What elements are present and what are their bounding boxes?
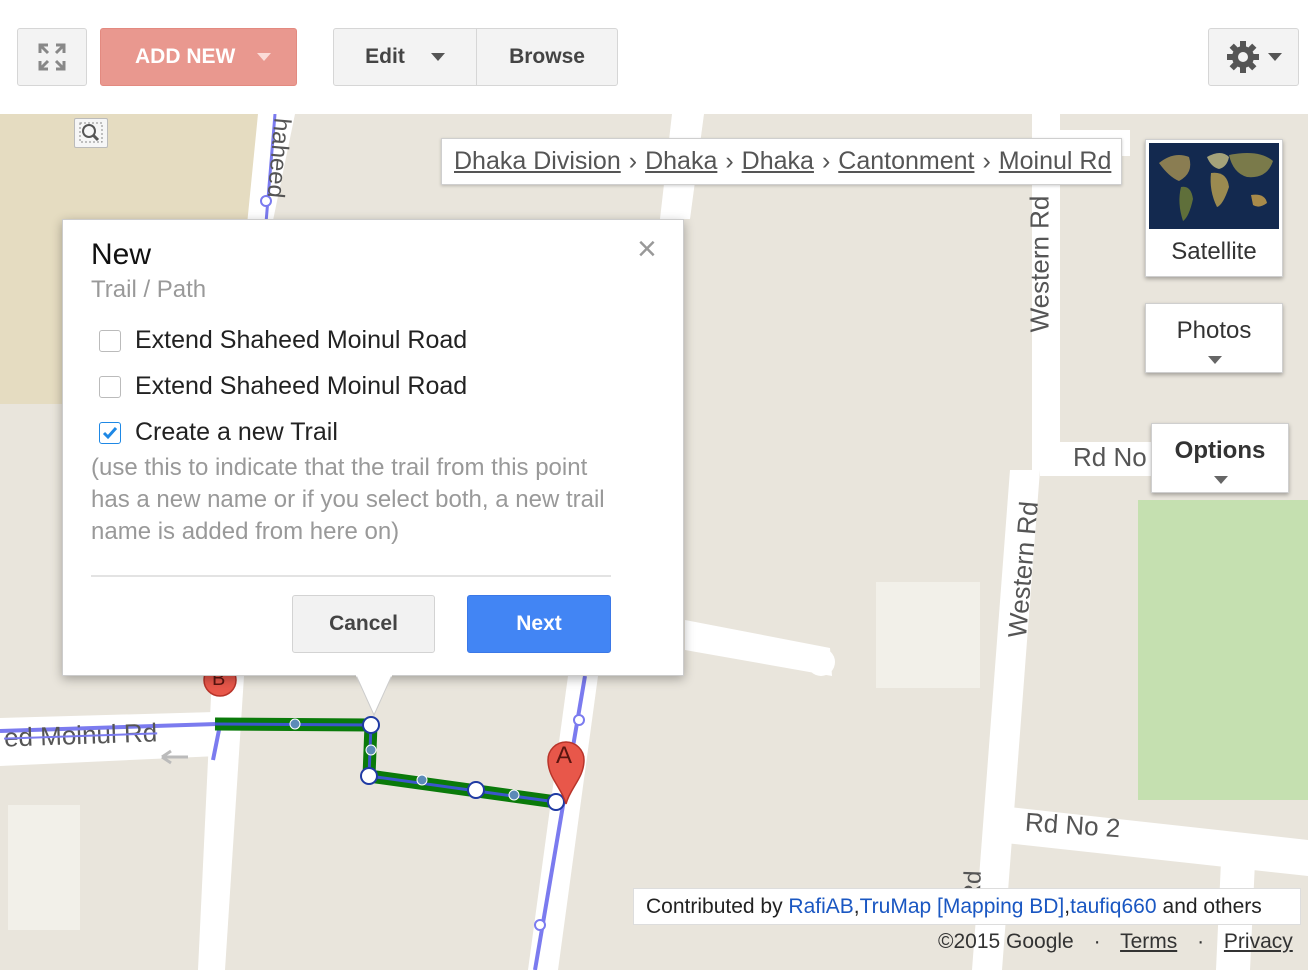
- road-label-rd-no-2: Rd No 2: [1024, 806, 1122, 844]
- gear-icon: [1226, 41, 1259, 73]
- checkbox[interactable]: [99, 375, 121, 398]
- divider: [91, 575, 611, 577]
- breadcrumb-item[interactable]: Dhaka: [742, 147, 814, 176]
- breadcrumb-item[interactable]: Dhaka Division: [454, 147, 621, 176]
- cancel-label: Cancel: [329, 612, 398, 635]
- browse-label: Browse: [509, 45, 585, 68]
- marker-b[interactable]: B: [200, 668, 240, 710]
- chevron-down-icon: [1267, 53, 1282, 61]
- road-label-moinul-rd: ed Moinul Rd: [3, 717, 158, 753]
- breadcrumb-item[interactable]: Moinul Rd: [999, 147, 1112, 176]
- edit-button[interactable]: Edit: [333, 28, 477, 86]
- toolbar: ADD NEW Edit Browse: [0, 0, 1308, 115]
- breadcrumb-separator: ›: [725, 147, 734, 175]
- breadcrumb: Dhaka Division › Dhaka › Dhaka › Cantonm…: [441, 138, 1122, 185]
- breadcrumb-separator: ›: [982, 147, 991, 175]
- dialog-subtitle: Trail / Path: [91, 276, 207, 303]
- chevron-down-icon: [1208, 356, 1222, 364]
- fullscreen-icon: [38, 43, 66, 71]
- breadcrumb-separator: ›: [821, 147, 831, 175]
- road-label-western-rd-upper: Western Rd: [1024, 195, 1055, 333]
- next-button[interactable]: Next: [467, 595, 611, 653]
- edit-label: Edit: [365, 45, 405, 68]
- add-new-button[interactable]: ADD NEW: [100, 28, 297, 86]
- attribution: Contributed by RafiAB , TruMap [Mapping …: [633, 888, 1301, 925]
- next-label: Next: [516, 612, 562, 635]
- marker-a-label: A: [556, 742, 573, 769]
- close-button[interactable]: ×: [637, 232, 657, 266]
- contributor-link[interactable]: TruMap [Mapping BD]: [860, 895, 1065, 919]
- chevron-down-icon: [430, 53, 445, 61]
- marker-a[interactable]: A: [546, 738, 586, 808]
- new-trail-dialog: New Trail / Path × Extend Shaheed Moinul…: [62, 219, 684, 676]
- checkbox-checked[interactable]: [99, 421, 121, 444]
- browse-button[interactable]: Browse: [476, 28, 618, 86]
- attribution-prefix: Contributed by: [646, 894, 789, 918]
- copyright: ©2015 Google: [938, 930, 1074, 953]
- contributor-link[interactable]: taufiq660: [1070, 895, 1156, 919]
- dialog-hint: (use this to indicate that the trail fro…: [91, 454, 605, 545]
- add-new-label: ADD NEW: [135, 45, 236, 68]
- road-label-rd-no: Rd No: [1073, 442, 1147, 472]
- photos-button[interactable]: Photos: [1145, 303, 1283, 373]
- dialog-pointer: [355, 675, 393, 717]
- option-label: Create a new Trail: [135, 418, 338, 446]
- contributor-link[interactable]: RafiAB: [788, 895, 853, 919]
- footer-dot: ·: [1093, 930, 1101, 953]
- option-label: Extend Shaheed Moinul Road: [135, 326, 468, 354]
- map-footer: ©2015 Google · Terms · Privacy: [938, 930, 1293, 954]
- satellite-button[interactable]: Satellite: [1145, 139, 1283, 277]
- option-extend-road-2[interactable]: Extend Shaheed Moinul Road: [99, 372, 467, 401]
- chevron-down-icon: [257, 53, 272, 61]
- settings-button[interactable]: [1208, 28, 1299, 86]
- dialog-title: New: [91, 238, 152, 271]
- options-button[interactable]: Options: [1151, 423, 1289, 493]
- cancel-button[interactable]: Cancel: [292, 595, 435, 653]
- breadcrumb-item[interactable]: Cantonment: [838, 147, 974, 176]
- attribution-suffix: and others: [1162, 894, 1262, 918]
- checkmark-icon: [102, 426, 118, 439]
- breadcrumb-item[interactable]: Dhaka: [645, 147, 717, 176]
- checkbox[interactable]: [99, 329, 121, 352]
- terms-link[interactable]: Terms: [1120, 930, 1177, 953]
- chevron-down-icon: [1214, 476, 1228, 484]
- satellite-label: Satellite: [1171, 238, 1257, 265]
- option-extend-road-1[interactable]: Extend Shaheed Moinul Road: [99, 326, 467, 355]
- fullscreen-button[interactable]: [17, 28, 87, 86]
- option-create-new-trail[interactable]: Create a new Trail: [99, 418, 338, 447]
- footer-dot: ·: [1197, 930, 1205, 953]
- options-label: Options: [1174, 437, 1266, 464]
- option-label: Extend Shaheed Moinul Road: [135, 372, 468, 400]
- satellite-thumbnail: [1149, 143, 1279, 229]
- breadcrumb-separator: ›: [628, 147, 638, 175]
- zoom-box-icon[interactable]: [74, 118, 108, 148]
- photos-label: Photos: [1176, 317, 1252, 344]
- privacy-link[interactable]: Privacy: [1224, 930, 1293, 953]
